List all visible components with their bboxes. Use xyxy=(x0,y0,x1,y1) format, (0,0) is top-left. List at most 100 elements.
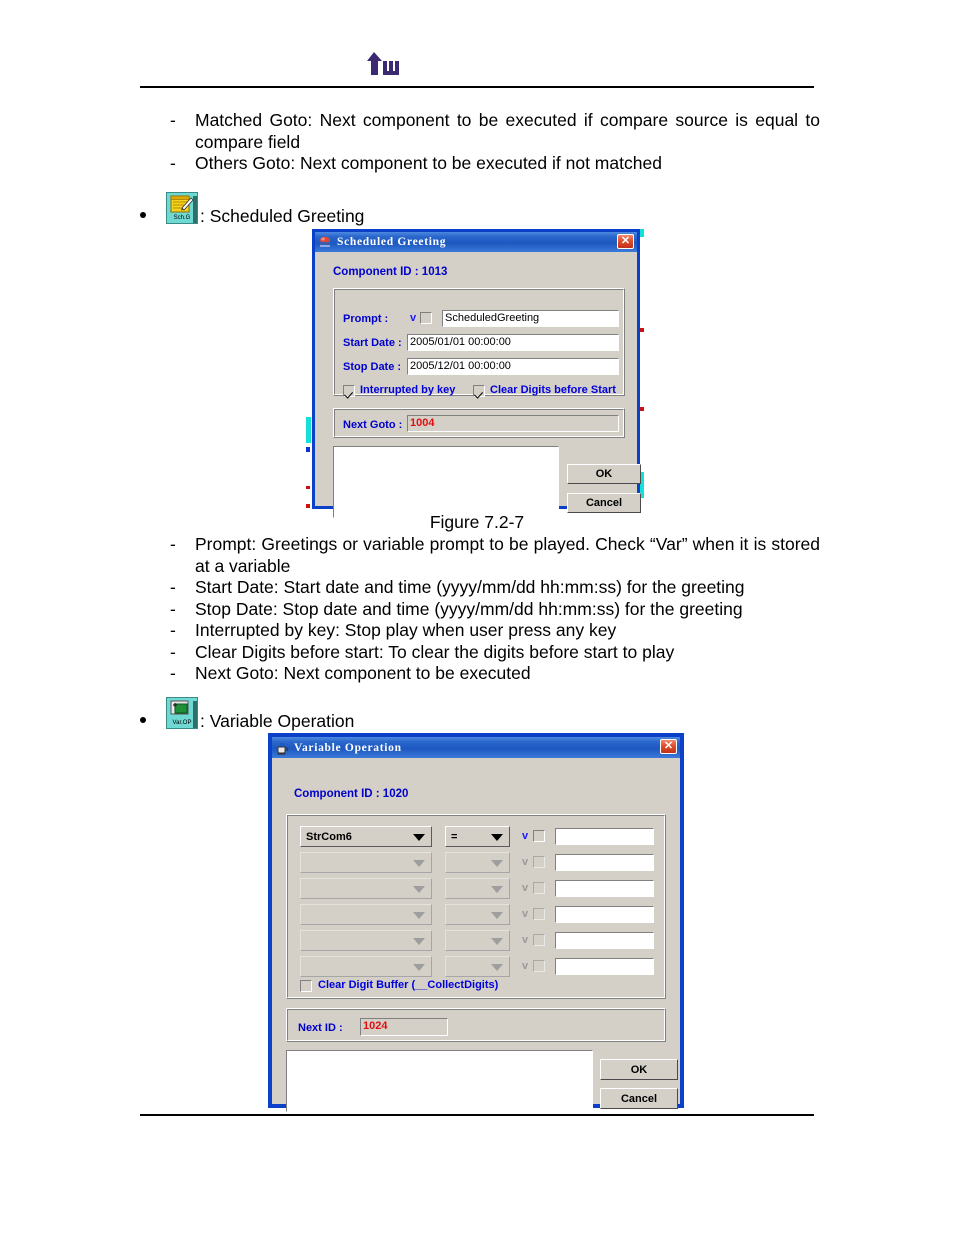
variable-select-value: StrCom6 xyxy=(306,830,352,843)
dialog-title: Variable Operation xyxy=(294,741,402,754)
var-checkbox-5 xyxy=(533,934,545,946)
background-artifact xyxy=(306,447,310,452)
list-dash: - xyxy=(170,598,176,619)
var-marker-6: v xyxy=(522,960,529,972)
clear-digit-buffer-label: Clear Digit Buffer (__CollectDigits) xyxy=(318,979,499,991)
list-item-text: Clear Digits before start: To clear the … xyxy=(195,641,675,662)
cancel-button[interactable]: Cancel xyxy=(600,1088,678,1109)
dialog-titlebar[interactable]: Variable Operation ✕ xyxy=(272,737,680,758)
operator-select-value: = xyxy=(451,830,458,843)
background-artifact xyxy=(306,504,310,508)
clear-digit-buffer-checkbox[interactable] xyxy=(300,980,312,992)
icon-caption: Sch.G xyxy=(173,215,191,221)
dialog-title: Scheduled Greeting xyxy=(337,236,447,248)
scheduled-greeting-field-list: - Prompt: Greetings or variable prompt to… xyxy=(140,534,820,685)
operator-select-5 xyxy=(445,930,510,951)
bullet-dot xyxy=(140,717,146,723)
value-input-4[interactable] xyxy=(555,906,654,923)
header-divider xyxy=(140,86,814,88)
stop-date-input[interactable]: 2005/12/01 00:00:00 xyxy=(407,358,619,375)
list-dash: - xyxy=(170,641,176,662)
prompt-var-checkbox[interactable] xyxy=(420,312,432,324)
var-marker-5: v xyxy=(522,934,529,946)
list-item: - Interrupted by key: Stop play when user… xyxy=(140,620,820,642)
prompt-input[interactable]: ScheduledGreeting xyxy=(442,310,619,327)
list-item-text: Stop Date: Stop date and time (yyyy/mm/d… xyxy=(195,598,743,619)
icon-caption: Var.OP xyxy=(172,720,192,726)
variable-select-6 xyxy=(300,956,432,977)
next-goto-label: Next Goto : xyxy=(343,419,403,431)
notes-area[interactable] xyxy=(286,1050,593,1112)
component-id-label: Component ID : 1013 xyxy=(333,266,448,278)
value-input-5[interactable] xyxy=(555,932,654,949)
operator-select-1[interactable]: = xyxy=(445,826,510,847)
component-id-label: Component ID : 1020 xyxy=(294,788,409,800)
list-item: - Start Date: Start date and time (yyyy/m… xyxy=(140,577,820,599)
list-item: - Matched Goto: Next component to be exec… xyxy=(140,110,820,153)
ok-button[interactable]: OK xyxy=(600,1059,678,1080)
dialog-titlebar[interactable]: Scheduled Greeting ✕ xyxy=(315,232,637,252)
clear-digits-label: Clear Digits before Start xyxy=(490,384,616,396)
start-date-label: Start Date : xyxy=(343,337,402,349)
interrupted-by-key-checkbox[interactable] xyxy=(343,385,355,397)
bullet-label-scheduled-greeting: : Scheduled Greeting xyxy=(200,206,365,226)
value-input-3[interactable] xyxy=(555,880,654,897)
dialog-body: Component ID : 1013 Prompt : v Scheduled… xyxy=(315,252,641,518)
variable-select-5 xyxy=(300,930,432,951)
interrupted-by-key-label: Interrupted by key xyxy=(360,384,456,396)
figure-caption: Figure 7.2-7 xyxy=(429,512,525,532)
list-item: - Prompt: Greetings or variable prompt to… xyxy=(140,534,820,577)
var-marker-4: v xyxy=(522,908,529,920)
bullet-variable-operation: Var.OP : Variable Operation xyxy=(140,697,560,737)
list-item-text: Interrupted by key: Stop play when user … xyxy=(195,620,617,640)
var-checkbox-1[interactable] xyxy=(533,830,545,842)
bullet-label-variable-operation: : Variable Operation xyxy=(200,711,355,731)
next-goto-input[interactable]: 1004 xyxy=(407,415,619,432)
ok-button[interactable]: OK xyxy=(567,464,641,484)
chevron-down-icon xyxy=(413,833,425,841)
chevron-down-icon xyxy=(491,833,503,841)
operator-select-3 xyxy=(445,878,510,899)
chevron-down-icon xyxy=(413,885,425,893)
background-artifact xyxy=(306,417,311,443)
var-checkbox-4 xyxy=(533,908,545,920)
chevron-down-icon xyxy=(413,911,425,919)
value-input-2[interactable] xyxy=(555,854,654,871)
variable-select-1[interactable]: StrCom6 xyxy=(300,826,432,847)
close-icon[interactable]: ✕ xyxy=(617,234,634,249)
background-artifact xyxy=(640,328,644,332)
list-item: - Next Goto: Next component to be execute… xyxy=(140,663,820,685)
clear-digits-checkbox[interactable] xyxy=(473,385,485,397)
operator-select-4 xyxy=(445,904,510,925)
background-artifact xyxy=(640,229,644,237)
chevron-down-icon xyxy=(491,859,503,867)
start-date-input[interactable]: 2005/01/01 00:00:00 xyxy=(407,334,619,351)
operator-select-2 xyxy=(445,852,510,873)
matched-goto-list: - Matched Goto: Next component to be exec… xyxy=(140,110,820,175)
cancel-button[interactable]: Cancel xyxy=(567,493,641,513)
java-icon xyxy=(275,741,289,755)
notes-area[interactable] xyxy=(333,446,559,518)
chevron-down-icon xyxy=(491,963,503,971)
footer-divider xyxy=(140,1114,814,1116)
value-input-1[interactable] xyxy=(555,828,654,845)
close-icon[interactable]: ✕ xyxy=(660,739,677,754)
chevron-down-icon xyxy=(413,963,425,971)
list-dash: - xyxy=(170,153,176,173)
scheduled-greeting-dialog[interactable]: Scheduled Greeting ✕ Component ID : 1013… xyxy=(306,229,644,518)
value-input-6[interactable] xyxy=(555,958,654,975)
next-id-input[interactable]: 1024 xyxy=(360,1018,448,1036)
scheduled-greeting-icon: Sch.G xyxy=(166,192,198,224)
chevron-down-icon xyxy=(491,885,503,893)
var-marker-2: v xyxy=(522,856,529,868)
var-checkbox-3 xyxy=(533,882,545,894)
background-artifact xyxy=(640,407,644,411)
var-checkbox-2 xyxy=(533,856,545,868)
chevron-down-icon xyxy=(413,937,425,945)
bullet-dot xyxy=(140,212,146,218)
list-dash: - xyxy=(170,110,176,130)
next-id-label: Next ID : xyxy=(298,1022,343,1034)
list-item: - Clear Digits before start: To clear the… xyxy=(140,642,820,664)
variable-operation-icon: Var.OP xyxy=(166,697,198,729)
variable-operation-dialog[interactable]: Variable Operation ✕ Component ID : 1020… xyxy=(268,733,684,1112)
